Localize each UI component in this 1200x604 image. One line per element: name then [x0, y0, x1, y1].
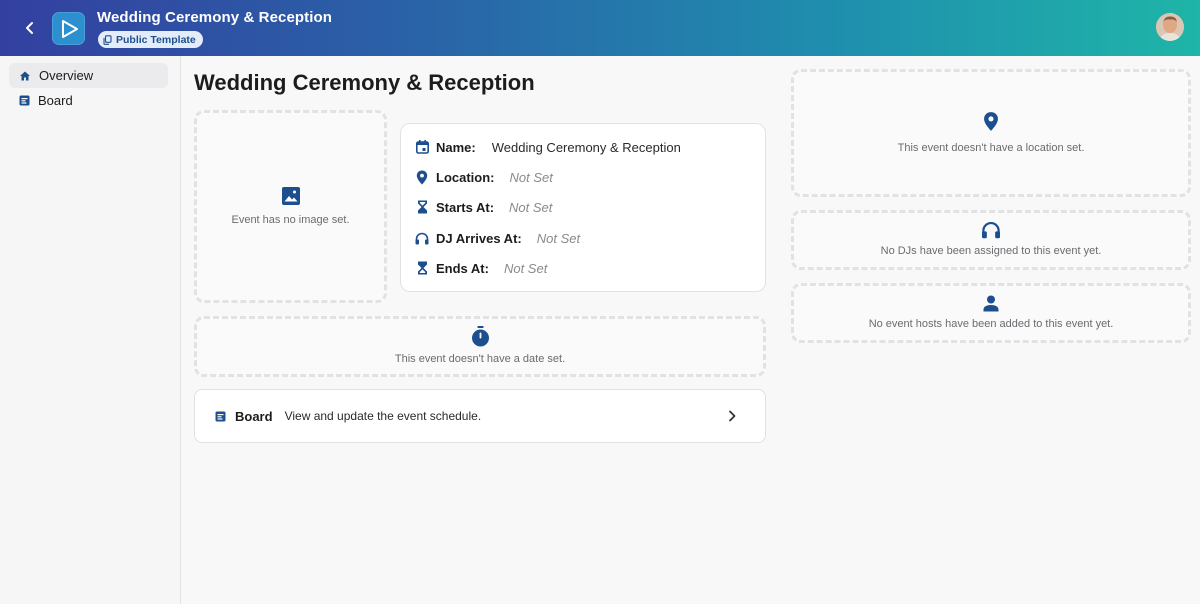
header-title: Wedding Ceremony & Reception — [97, 9, 333, 26]
badge-label: Public Template — [116, 33, 196, 46]
hourglass-icon — [417, 261, 427, 275]
page-title: Wedding Ceremony & Reception — [194, 70, 535, 95]
hosts-empty-text: No event hosts have been added to this e… — [868, 317, 1114, 330]
detail-row-starts: Starts At: Not Set — [415, 197, 552, 217]
headphones-icon — [982, 222, 1000, 239]
dj-arrives-value: Not Set — [536, 230, 581, 246]
detail-row-name: Name: Wedding Ceremony & Reception — [415, 137, 681, 157]
location-pin-icon — [984, 111, 998, 131]
chevron-right-icon — [729, 410, 736, 422]
image-empty-text: Event has no image set. — [231, 213, 350, 226]
event-details-card: Name: Wedding Ceremony & Reception Locat… — [400, 123, 766, 292]
board-card-description: View and update the event schedule. — [284, 409, 482, 423]
hosts-placeholder[interactable]: No event hosts have been added to this e… — [791, 283, 1191, 343]
djs-empty-text: No DJs have been assigned to this event … — [880, 245, 1102, 257]
starts-value: Not Set — [509, 199, 553, 215]
play-logo-icon — [61, 19, 78, 38]
location-pin-icon — [416, 170, 428, 184]
name-label: Name: — [436, 139, 476, 155]
djs-placeholder[interactable]: No DJs have been assigned to this event … — [791, 210, 1191, 270]
ends-value: Not Set — [503, 260, 548, 276]
sidebar: Overview Board — [0, 56, 181, 604]
detail-row-dj-arrives: DJ Arrives At: Not Set — [415, 228, 580, 248]
board-link-card[interactable]: Board View and update the event schedule… — [194, 389, 766, 443]
date-empty-text: This event doesn't have a date set. — [394, 353, 566, 365]
app-logo[interactable] — [52, 12, 85, 45]
board-icon — [19, 95, 30, 106]
location-placeholder[interactable]: This event doesn't have a location set. — [791, 69, 1191, 197]
sidebar-item-overview[interactable]: Overview — [9, 63, 168, 88]
calendar-icon — [415, 140, 429, 154]
dj-arrives-label: DJ Arrives At: — [436, 230, 522, 246]
detail-row-location: Location: Not Set — [415, 167, 553, 187]
chevron-left-icon — [26, 22, 33, 34]
copy-icon — [103, 34, 112, 45]
image-icon — [281, 186, 300, 205]
detail-row-ends: Ends At: Not Set — [415, 258, 547, 278]
person-icon — [983, 295, 999, 311]
name-value: Wedding Ceremony & Reception — [491, 139, 681, 155]
hourglass-icon — [417, 200, 427, 214]
avatar-image — [1156, 13, 1184, 41]
timer-icon — [471, 326, 489, 347]
public-template-badge: Public Template — [98, 31, 203, 48]
location-empty-text: This event doesn't have a location set. — [897, 141, 1085, 154]
board-icon — [215, 411, 226, 421]
starts-label: Starts At: — [436, 199, 495, 215]
location-value: Not Set — [509, 169, 553, 185]
event-image-placeholder[interactable]: Event has no image set. — [194, 110, 387, 303]
headphones-icon — [415, 232, 429, 244]
app-header: Wedding Ceremony & Reception Public Temp… — [0, 0, 1200, 56]
board-card-title: Board — [235, 408, 273, 424]
back-button[interactable] — [18, 16, 42, 40]
sidebar-item-label: Board — [38, 93, 73, 108]
event-date-placeholder[interactable]: This event doesn't have a date set. — [194, 316, 766, 377]
home-icon — [20, 71, 30, 80]
location-label: Location: — [436, 169, 495, 185]
sidebar-item-label: Overview — [39, 68, 94, 83]
sidebar-item-board[interactable]: Board — [9, 88, 168, 113]
ends-label: Ends At: — [436, 260, 489, 276]
user-avatar[interactable] — [1156, 13, 1184, 41]
